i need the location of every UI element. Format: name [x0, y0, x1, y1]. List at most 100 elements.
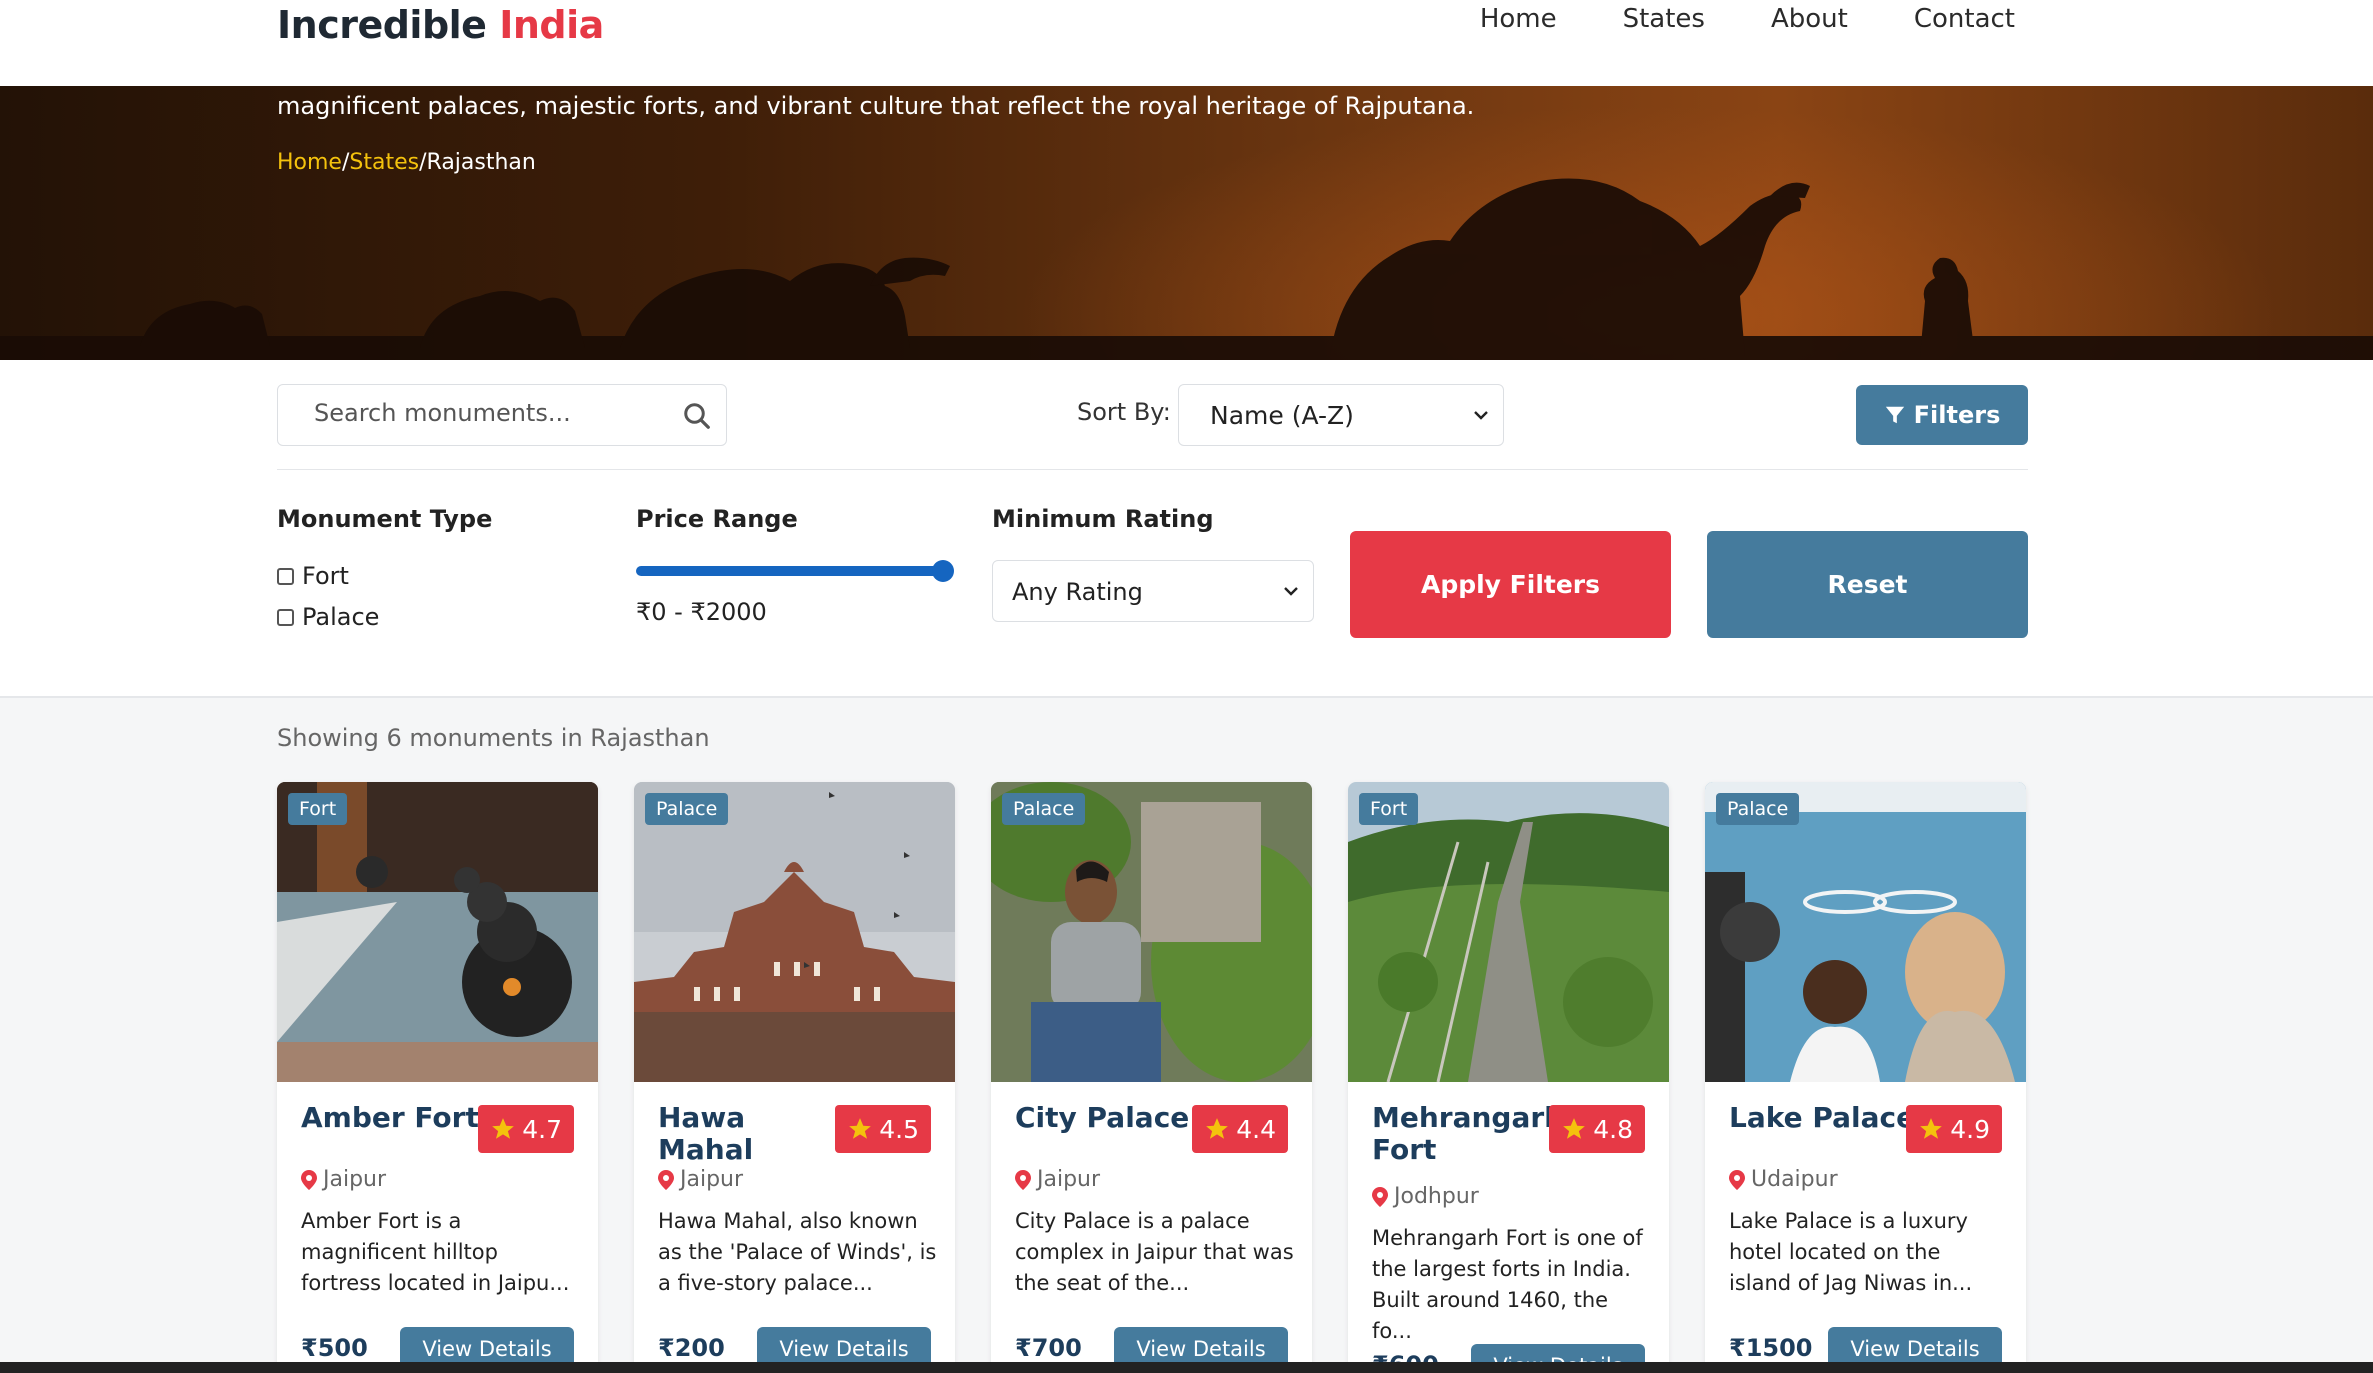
filter-icon	[1885, 406, 1904, 424]
search-box	[277, 384, 727, 446]
map-pin-icon	[1015, 1169, 1031, 1190]
monument-type-title: Monument Type	[277, 505, 493, 533]
hero-banner: magnificent palaces, majestic forts, and…	[0, 86, 2373, 360]
monument-description: Mehrangarh Fort is one of the largest fo…	[1372, 1226, 1643, 1343]
rating-value: 4.4	[1236, 1114, 1276, 1144]
search-input[interactable]	[314, 399, 654, 427]
rating-value: 4.5	[879, 1114, 919, 1144]
map-pin-icon	[1729, 1169, 1745, 1190]
location: Jaipur	[301, 1167, 386, 1192]
breadcrumb-current: Rajasthan	[426, 150, 536, 175]
brand-main: Incredible	[277, 3, 487, 47]
divider	[277, 469, 2028, 470]
sort-select[interactable]: Name (A-Z)	[1178, 384, 1504, 446]
breadcrumb-home[interactable]: Home	[277, 150, 342, 175]
monument-name[interactable]: City Palace	[1015, 1102, 1205, 1134]
type-badge: Fort	[1359, 793, 1419, 825]
nav-link-home[interactable]: Home	[1480, 0, 1557, 38]
price: ₹700	[1015, 1334, 1082, 1362]
price: ₹500	[301, 1334, 368, 1362]
location: Jodhpur	[1372, 1184, 1479, 1209]
nav-links: Home States About Contact	[1480, 0, 2015, 38]
nav-link-contact[interactable]: Contact	[1914, 0, 2015, 38]
reset-button[interactable]: Reset	[1707, 531, 2028, 638]
price-range-title: Price Range	[636, 505, 798, 533]
window-bottom-edge	[0, 1362, 2373, 1373]
monument-card[interactable]: Palace Hawa Mahal 4.5 Jaipur Hawa Mahal,…	[634, 782, 955, 1373]
location-text: Jodhpur	[1394, 1184, 1479, 1209]
checkbox-label: Fort	[302, 562, 349, 590]
brand-accent: India	[499, 3, 604, 47]
monument-card[interactable]: Palace Lake Palace 4.9 Udaipur Lake Pala…	[1705, 782, 2026, 1373]
monument-description: City Palace is a palace complex in Jaipu…	[1015, 1209, 1294, 1295]
checkbox-label: Palace	[302, 603, 380, 631]
sort-select-value: Name (A-Z)	[1210, 401, 1354, 430]
map-pin-icon	[1372, 1186, 1388, 1207]
rating-badge: 4.4	[1192, 1105, 1288, 1153]
type-badge: Palace	[1716, 793, 1800, 825]
location-text: Udaipur	[1751, 1167, 1838, 1192]
price: ₹200	[658, 1334, 725, 1362]
type-checkbox-palace[interactable]: Palace	[277, 603, 379, 631]
star-icon	[1563, 1118, 1586, 1139]
location: Jaipur	[1015, 1167, 1100, 1192]
map-pin-icon	[658, 1169, 674, 1190]
monument-description: Hawa Mahal, also known as the 'Palace of…	[658, 1209, 937, 1295]
monument-card[interactable]: Palace City Palace 4.4 Jaipur City Palac…	[991, 782, 1312, 1373]
apply-filters-button[interactable]: Apply Filters	[1350, 531, 1671, 638]
type-badge: Fort	[288, 793, 348, 825]
navbar: Incredible India Home States About Conta…	[0, 0, 2373, 86]
location: Jaipur	[658, 1167, 743, 1192]
monument-name[interactable]: Amber Fort	[301, 1102, 491, 1134]
type-badge: Palace	[645, 793, 729, 825]
type-badge: Palace	[1002, 793, 1086, 825]
minimum-rating-title: Minimum Rating	[992, 505, 1214, 533]
rating-badge: 4.7	[478, 1105, 574, 1153]
rating-value: 4.9	[1950, 1114, 1990, 1144]
breadcrumb-states[interactable]: States	[349, 150, 419, 175]
sort-label: Sort By:	[1077, 398, 1171, 426]
monument-image[interactable]: Palace	[634, 782, 955, 1082]
price-range-value: ₹0 - ₹2000	[636, 598, 767, 626]
star-icon	[492, 1118, 515, 1139]
chevron-down-icon	[1284, 587, 1298, 596]
price-slider-thumb[interactable]	[932, 560, 954, 582]
checkbox[interactable]	[277, 608, 294, 626]
location-text: Jaipur	[1037, 1167, 1101, 1192]
star-icon	[1920, 1118, 1943, 1139]
monument-name[interactable]: Mehrangarh Fort	[1372, 1102, 1564, 1166]
monument-image[interactable]: Fort	[1348, 782, 1669, 1082]
filters-toggle-button[interactable]: Filters	[1856, 385, 2028, 445]
nav-link-states[interactable]: States	[1623, 0, 1705, 38]
monument-card[interactable]: Fort Amber Fort 4.7 Jaipur Amber Fort is…	[277, 782, 598, 1373]
monument-card[interactable]: Fort Mehrangarh Fort 4.8 Jodhpur Mehrang…	[1348, 782, 1669, 1373]
chevron-down-icon	[1474, 411, 1488, 420]
brand-logo[interactable]: Incredible India	[277, 0, 604, 50]
star-icon	[1206, 1118, 1229, 1139]
monument-description: Amber Fort is a magnificent hilltop fort…	[301, 1209, 570, 1295]
checkbox[interactable]	[277, 567, 294, 585]
search-icon[interactable]	[682, 401, 712, 431]
rating-value: 4.7	[522, 1114, 562, 1144]
filter-panel: Sort By: Name (A-Z) Filters Monument Typ…	[0, 360, 2373, 698]
price-slider-track[interactable]	[636, 566, 942, 576]
monument-image[interactable]: Palace	[1705, 782, 2026, 1082]
type-checkbox-fort[interactable]: Fort	[277, 562, 349, 590]
camel-silhouette-image	[0, 178, 2373, 360]
rating-select-value: Any Rating	[1012, 578, 1143, 606]
location: Udaipur	[1729, 1167, 1838, 1192]
star-icon	[849, 1118, 872, 1139]
map-pin-icon	[301, 1169, 317, 1190]
price: ₹1500	[1729, 1334, 1813, 1362]
filters-button-label: Filters	[1913, 401, 2001, 429]
nav-link-about[interactable]: About	[1771, 0, 1848, 38]
hero-description: magnificent palaces, majestic forts, and…	[277, 92, 1475, 120]
monument-image[interactable]: Fort	[277, 782, 598, 1082]
location-text: Jaipur	[680, 1167, 744, 1192]
rating-badge: 4.8	[1549, 1105, 1645, 1153]
rating-select[interactable]: Any Rating	[992, 560, 1314, 622]
monument-name[interactable]: Lake Palace	[1729, 1102, 1919, 1134]
monument-name[interactable]: Hawa Mahal	[658, 1102, 848, 1166]
monument-description: Lake Palace is a luxury hotel located on…	[1729, 1209, 1973, 1295]
monument-image[interactable]: Palace	[991, 782, 1312, 1082]
